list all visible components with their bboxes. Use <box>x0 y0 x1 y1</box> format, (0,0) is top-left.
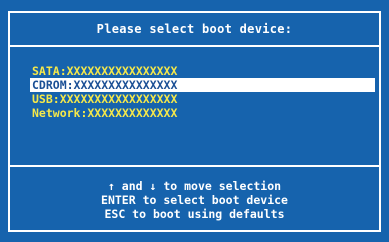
boot-device-usb[interactable]: USB:XXXXXXXXXXXXXXXXX <box>10 92 379 106</box>
boot-device-cdrom[interactable]: CDROM:XXXXXXXXXXXXXXX <box>30 78 375 92</box>
help-line-esc: ESC to boot using defaults <box>104 207 285 221</box>
title-panel: Please select boot device: <box>8 11 381 47</box>
menu-title: Please select boot device: <box>96 22 293 36</box>
help-text: ↑ and ↓ to move selection ENTER to selec… <box>10 179 379 221</box>
help-move-text: to move selection <box>156 179 282 193</box>
help-line-enter: ENTER to select boot device <box>101 193 288 207</box>
help-panel: ↑ and ↓ to move selection ENTER to selec… <box>8 165 381 232</box>
help-and-text: and <box>114 179 150 193</box>
boot-device-list: SATA:XXXXXXXXXXXXXXXX CDROM:XXXXXXXXXXXX… <box>8 45 381 167</box>
up-arrow-icon: ↑ <box>107 179 115 193</box>
help-line-navigate: ↑ and ↓ to move selection <box>10 179 379 193</box>
boot-menu-screen: Please select boot device: SATA:XXXXXXXX… <box>0 0 389 242</box>
boot-device-network[interactable]: Network:XXXXXXXXXXXXX <box>10 106 379 120</box>
boot-device-sata[interactable]: SATA:XXXXXXXXXXXXXXXX <box>10 64 379 78</box>
